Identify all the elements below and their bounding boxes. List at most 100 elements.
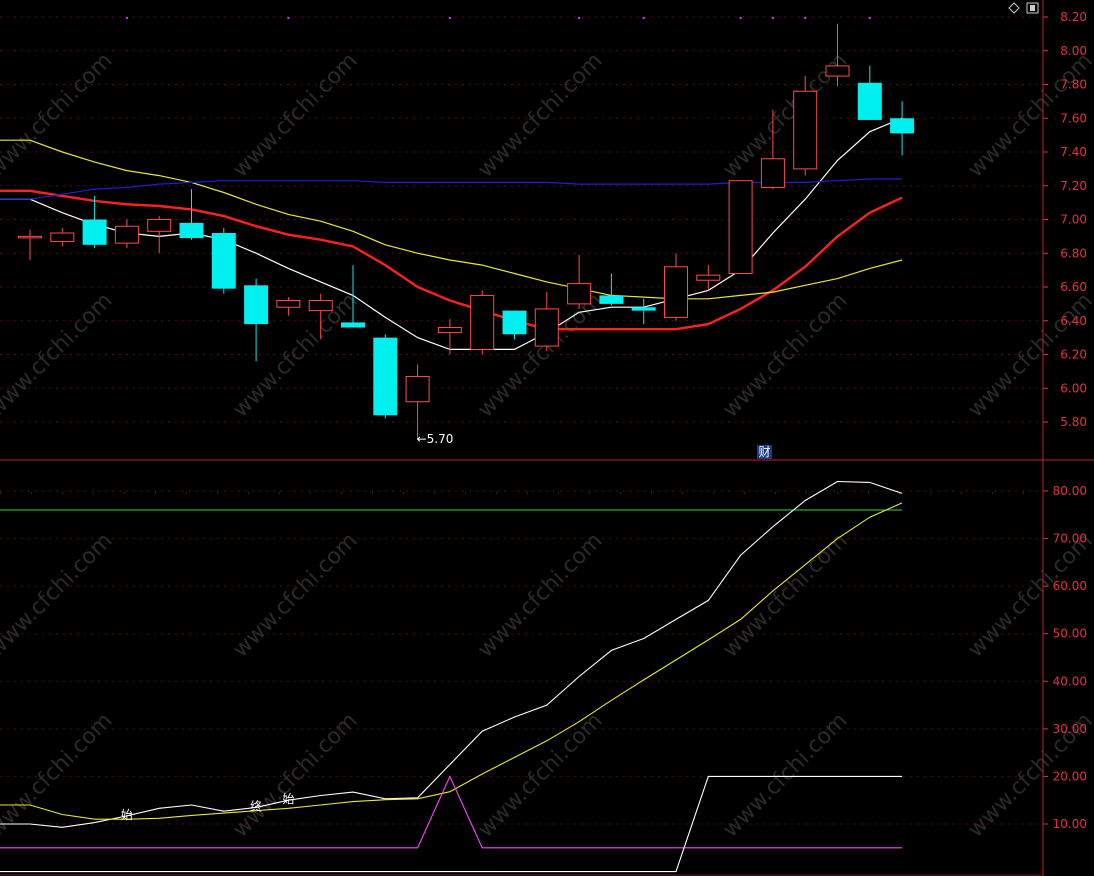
y-tick-label: 70.00 bbox=[1053, 532, 1087, 546]
y-tick-label: 10.00 bbox=[1053, 817, 1087, 831]
event-dot bbox=[125, 17, 128, 19]
watermark-text: www.cfchi.com bbox=[718, 528, 852, 662]
y-tick-label: 80.00 bbox=[1053, 484, 1087, 498]
candle-body bbox=[405, 375, 430, 403]
watermark-text: www.cfchi.com bbox=[228, 48, 362, 182]
event-dot bbox=[868, 17, 871, 19]
event-dot bbox=[771, 17, 774, 19]
watermark-text: www.cfchi.com bbox=[228, 528, 362, 662]
watermark-text: www.cfchi.com bbox=[718, 288, 852, 422]
candle[interactable] bbox=[179, 189, 204, 240]
candle-body bbox=[825, 65, 850, 77]
signal-label: 始 bbox=[282, 792, 294, 806]
candle[interactable] bbox=[373, 334, 398, 419]
candle-body bbox=[211, 233, 236, 289]
candle[interactable] bbox=[82, 195, 107, 249]
candle-body bbox=[890, 118, 915, 134]
candle[interactable] bbox=[567, 254, 592, 309]
y-tick-label: 50.00 bbox=[1053, 627, 1087, 641]
candle-body bbox=[341, 322, 365, 328]
candle-body bbox=[276, 300, 301, 308]
toolbar bbox=[1008, 2, 1039, 14]
candle-body bbox=[18, 235, 42, 239]
candle[interactable] bbox=[276, 297, 301, 316]
candle[interactable] bbox=[793, 76, 818, 176]
price-panel: ←5.70 财 bbox=[0, 17, 915, 459]
candle-body bbox=[728, 180, 753, 274]
candle[interactable] bbox=[114, 219, 139, 249]
candle-body bbox=[82, 219, 107, 245]
candle-body bbox=[696, 274, 721, 281]
y-tick-label: 7.60 bbox=[1060, 111, 1087, 125]
y-tick-label: 8.20 bbox=[1060, 10, 1087, 24]
candle-body bbox=[437, 327, 462, 334]
candle[interactable] bbox=[890, 101, 915, 156]
candle[interactable] bbox=[502, 310, 527, 340]
watermark-text: www.cfchi.com bbox=[473, 528, 607, 662]
candle-body bbox=[760, 158, 785, 188]
event-dot bbox=[287, 17, 290, 19]
stock-chart: www.cfchi.com www.cfchi.com www.cfchi.com w… bbox=[0, 0, 1094, 876]
candle-body bbox=[664, 266, 688, 318]
candle-body bbox=[147, 219, 172, 232]
indicator-line bbox=[0, 502, 903, 820]
y-tick-label: 6.80 bbox=[1060, 246, 1087, 260]
signal-label: 始 bbox=[121, 808, 133, 822]
indicator-panel: 始终始 bbox=[0, 480, 903, 873]
candle-body bbox=[567, 283, 592, 305]
candle-body bbox=[50, 232, 75, 242]
y-tick-label: 7.00 bbox=[1060, 213, 1087, 227]
y-tick-label: 6.40 bbox=[1060, 314, 1087, 328]
finance-badge[interactable]: 财 bbox=[758, 445, 770, 459]
candle[interactable] bbox=[534, 292, 559, 352]
candle-body bbox=[599, 295, 624, 304]
candle-body bbox=[470, 294, 495, 350]
y-tick-label: 6.20 bbox=[1060, 348, 1087, 362]
event-dot bbox=[739, 17, 742, 19]
y-axis: 8.20 8.00 7.80 7.60 7.40 7.20 7.00 6.80 6.60 6.40… bbox=[0, 0, 1094, 876]
watermark-text: www.cfchi.com bbox=[0, 528, 118, 662]
y-tick-label: 40.00 bbox=[1053, 674, 1087, 688]
low-price-marker: ←5.70 bbox=[417, 432, 454, 446]
candle[interactable] bbox=[599, 273, 624, 306]
watermark-text: www.cfchi.com bbox=[0, 48, 118, 182]
y-tick-label: 8.00 bbox=[1060, 44, 1087, 58]
copy-icon[interactable] bbox=[1026, 2, 1039, 14]
signal-label: 终 bbox=[250, 798, 262, 813]
event-dot bbox=[578, 17, 581, 19]
y-tick-label: 20.00 bbox=[1053, 769, 1087, 783]
y-tick-label: 5.80 bbox=[1060, 415, 1087, 429]
candle[interactable] bbox=[18, 229, 42, 260]
candle[interactable] bbox=[728, 180, 753, 274]
event-dot bbox=[804, 17, 807, 19]
candle[interactable] bbox=[244, 278, 269, 362]
y-tick-label: 6.60 bbox=[1060, 280, 1087, 294]
candle[interactable] bbox=[664, 253, 688, 321]
diamond-icon[interactable] bbox=[1008, 2, 1020, 14]
y-tick-label: 7.80 bbox=[1060, 78, 1087, 92]
candle-body bbox=[244, 285, 269, 325]
event-dot bbox=[642, 17, 645, 19]
candle-body bbox=[308, 300, 333, 312]
candle-body bbox=[114, 225, 139, 244]
candle-body bbox=[179, 222, 204, 239]
watermark-text: www.cfchi.com bbox=[0, 288, 118, 422]
candle-body bbox=[534, 308, 559, 347]
candle-body bbox=[631, 307, 656, 311]
candle[interactable] bbox=[147, 216, 172, 254]
y-tick-label: 6.00 bbox=[1060, 381, 1087, 395]
candle-body bbox=[857, 82, 882, 120]
watermark-layer: www.cfchi.com www.cfchi.com www.cfchi.com w… bbox=[0, 48, 1094, 842]
candle[interactable] bbox=[470, 290, 495, 355]
candle-body bbox=[373, 337, 398, 416]
y-tick-label: 30.00 bbox=[1053, 722, 1087, 736]
candle[interactable] bbox=[857, 65, 882, 120]
candle[interactable] bbox=[50, 227, 75, 247]
y-tick-label: 60.00 bbox=[1053, 579, 1087, 593]
watermark-text: www.cfchi.com bbox=[963, 528, 1094, 662]
watermark-text: www.cfchi.com bbox=[473, 48, 607, 182]
candle[interactable] bbox=[211, 227, 236, 294]
y-tick-label: 7.40 bbox=[1060, 145, 1087, 159]
candle-body bbox=[502, 310, 527, 335]
candle[interactable] bbox=[405, 364, 430, 439]
